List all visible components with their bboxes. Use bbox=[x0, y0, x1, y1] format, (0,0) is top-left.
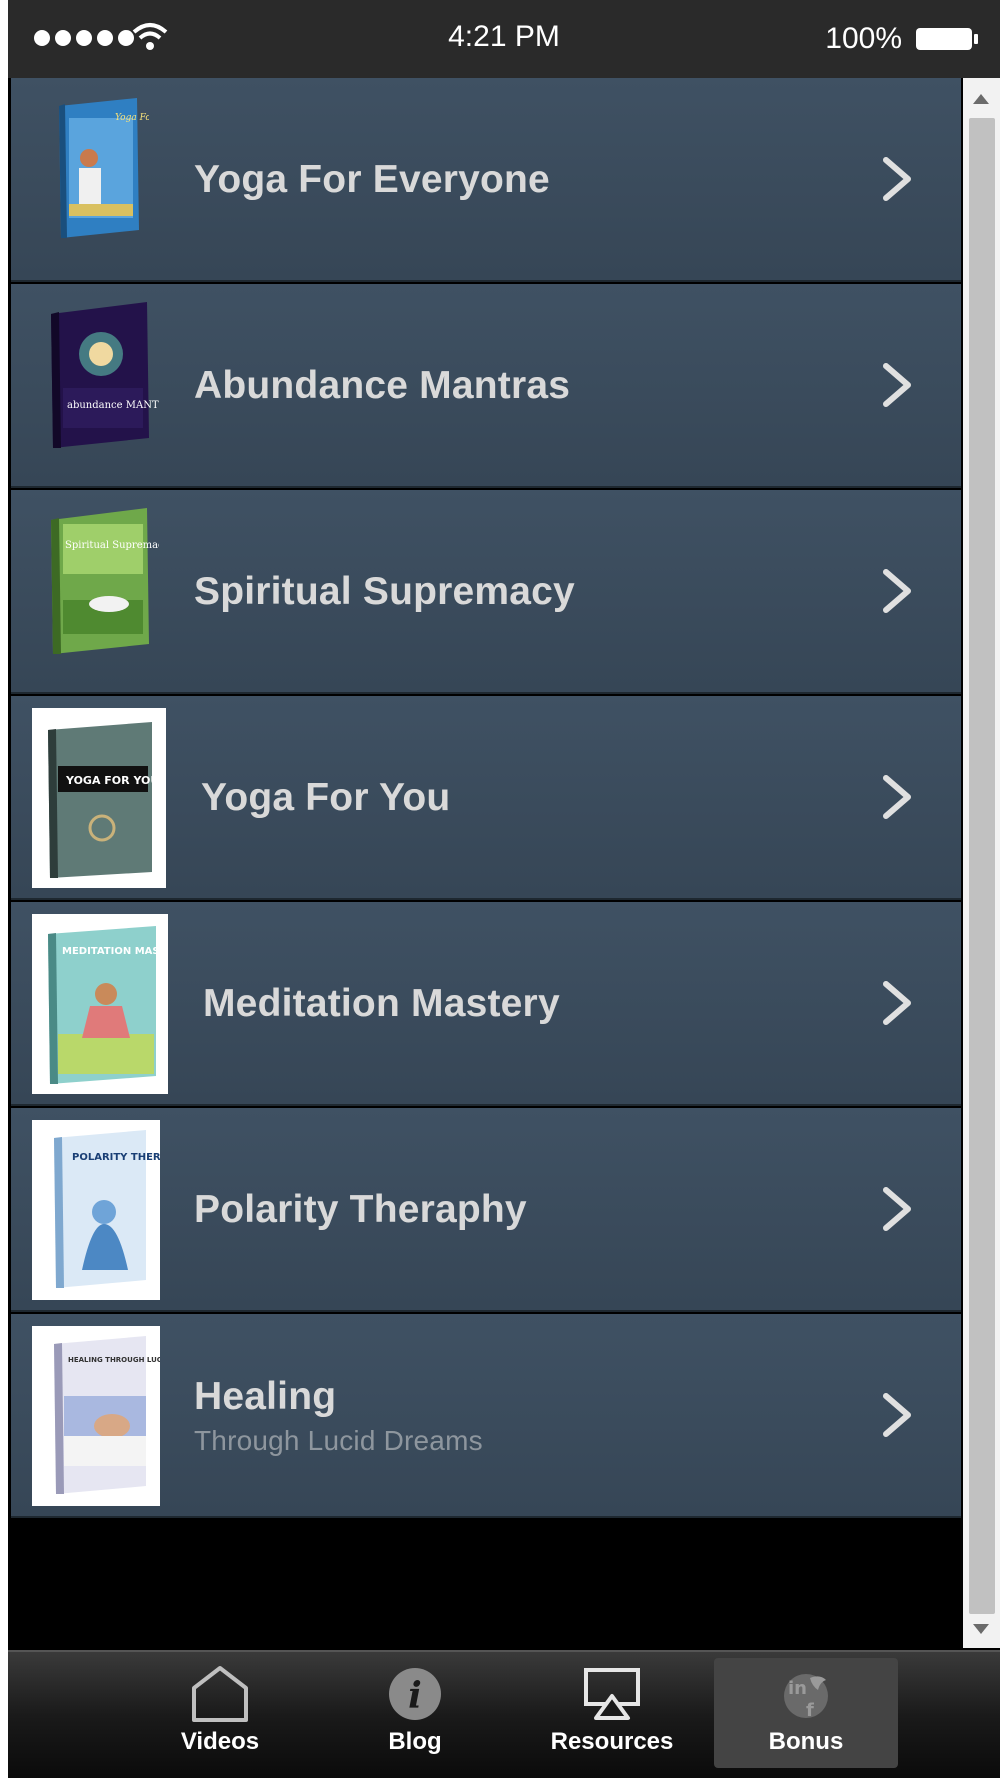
scroll-up-arrow-icon[interactable] bbox=[973, 94, 989, 104]
svg-text:POLARITY THERAPY: POLARITY THERAPY bbox=[72, 1152, 160, 1163]
list-item-meditation-mastery[interactable]: MEDITATION MASTERY Meditation Mastery bbox=[11, 902, 961, 1106]
item-label: Spiritual Supremacy bbox=[194, 490, 575, 694]
book-cover-image: Yoga For Everyone bbox=[59, 98, 149, 238]
item-title: Healing bbox=[194, 1375, 337, 1418]
list-item-polarity-theraphy[interactable]: POLARITY THERAPY Polarity Theraphy bbox=[11, 1108, 961, 1312]
item-title: Abundance Mantras bbox=[194, 364, 571, 407]
chevron-right-icon bbox=[883, 363, 911, 407]
list-item-healing[interactable]: HEALING THROUGH LUCID DREAMS Healing Thr… bbox=[11, 1314, 961, 1518]
tab-bar: Videos i Blog Resources in f Bonus bbox=[8, 1650, 1000, 1778]
scrollbar-thumb[interactable] bbox=[969, 118, 995, 1614]
tab-label: Blog bbox=[388, 1728, 442, 1755]
item-label: Healing Through Lucid Dreams bbox=[194, 1314, 483, 1518]
svg-text:HEALING THROUGH LUCID DREAMS: HEALING THROUGH LUCID DREAMS bbox=[68, 1356, 160, 1364]
battery-percentage: 100% bbox=[825, 22, 902, 55]
chevron-right-icon bbox=[883, 1393, 911, 1437]
chevron-right-icon bbox=[883, 1187, 911, 1231]
item-label: Yoga For Everyone bbox=[194, 78, 550, 282]
book-cover-image: HEALING THROUGH LUCID DREAMS bbox=[32, 1326, 160, 1506]
book-cover-image: POLARITY THERAPY bbox=[32, 1120, 160, 1300]
tab-blog[interactable]: i Blog bbox=[323, 1658, 507, 1768]
list-item-spiritual-supremacy[interactable]: Spiritual Supremacy Spiritual Supremacy bbox=[11, 490, 961, 694]
tab-label: Resources bbox=[550, 1728, 674, 1755]
book-cover-image: YOGA FOR YOU bbox=[32, 708, 166, 888]
svg-text:YOGA FOR YOU: YOGA FOR YOU bbox=[65, 774, 159, 787]
app-screen: 4:21 PM 100% Yoga For Everyone Yoga For … bbox=[8, 0, 1000, 1778]
item-label: Abundance Mantras bbox=[194, 284, 570, 488]
svg-text:MEDITATION MASTERY: MEDITATION MASTERY bbox=[62, 946, 168, 957]
tab-resources[interactable]: Resources bbox=[520, 1658, 704, 1768]
item-title: Spiritual Supremacy bbox=[194, 570, 575, 613]
svg-text:in: in bbox=[788, 1678, 807, 1699]
svg-text:i: i bbox=[408, 1675, 422, 1717]
item-subtitle: Through Lucid Dreams bbox=[194, 1425, 483, 1456]
vertical-scrollbar[interactable] bbox=[963, 78, 1000, 1648]
scroll-down-arrow-icon[interactable] bbox=[973, 1624, 989, 1634]
item-title: Yoga For You bbox=[201, 776, 451, 819]
social-icon: in f bbox=[784, 1674, 828, 1721]
item-label: Yoga For You bbox=[201, 696, 450, 900]
chevron-right-icon bbox=[883, 981, 911, 1025]
book-cover-image: MEDITATION MASTERY bbox=[32, 914, 168, 1094]
airplay-icon bbox=[584, 1668, 640, 1720]
item-title: Yoga For Everyone bbox=[194, 158, 550, 201]
chevron-right-icon bbox=[883, 157, 911, 201]
list-item-abundance-mantras[interactable]: abundance MANTRAS Abundance Mantras bbox=[11, 284, 961, 488]
book-cover-image: Spiritual Supremacy bbox=[51, 508, 159, 654]
status-bar: 4:21 PM 100% bbox=[8, 0, 1000, 78]
info-icon: i bbox=[389, 1668, 441, 1720]
battery-icon bbox=[916, 28, 978, 50]
tab-label: Bonus bbox=[768, 1728, 844, 1755]
book-cover-image: abundance MANTRAS bbox=[51, 302, 159, 448]
list-item-yoga-for-everyone[interactable]: Yoga For Everyone Yoga For Everyone bbox=[11, 78, 961, 282]
svg-text:abundance MANTRAS: abundance MANTRAS bbox=[67, 400, 159, 411]
svg-text:Yoga For Everyone: Yoga For Everyone bbox=[115, 113, 149, 123]
tab-bonus[interactable]: in f Bonus bbox=[714, 1658, 898, 1768]
list-item-yoga-for-you[interactable]: YOGA FOR YOU Yoga For You bbox=[11, 696, 961, 900]
item-label: Meditation Mastery bbox=[203, 902, 560, 1106]
chevron-right-icon bbox=[883, 775, 911, 819]
tab-label: Videos bbox=[180, 1728, 260, 1755]
svg-text:Spiritual Supremacy: Spiritual Supremacy bbox=[65, 540, 159, 551]
item-title: Polarity Theraphy bbox=[194, 1188, 527, 1231]
home-icon bbox=[192, 1666, 248, 1722]
item-label: Polarity Theraphy bbox=[194, 1108, 527, 1312]
tab-videos[interactable]: Videos bbox=[128, 1658, 312, 1768]
svg-text:f: f bbox=[806, 1700, 814, 1721]
book-list: Yoga For Everyone Yoga For Everyone abun… bbox=[11, 78, 961, 1526]
chevron-right-icon bbox=[883, 569, 911, 613]
item-title: Meditation Mastery bbox=[203, 982, 560, 1025]
